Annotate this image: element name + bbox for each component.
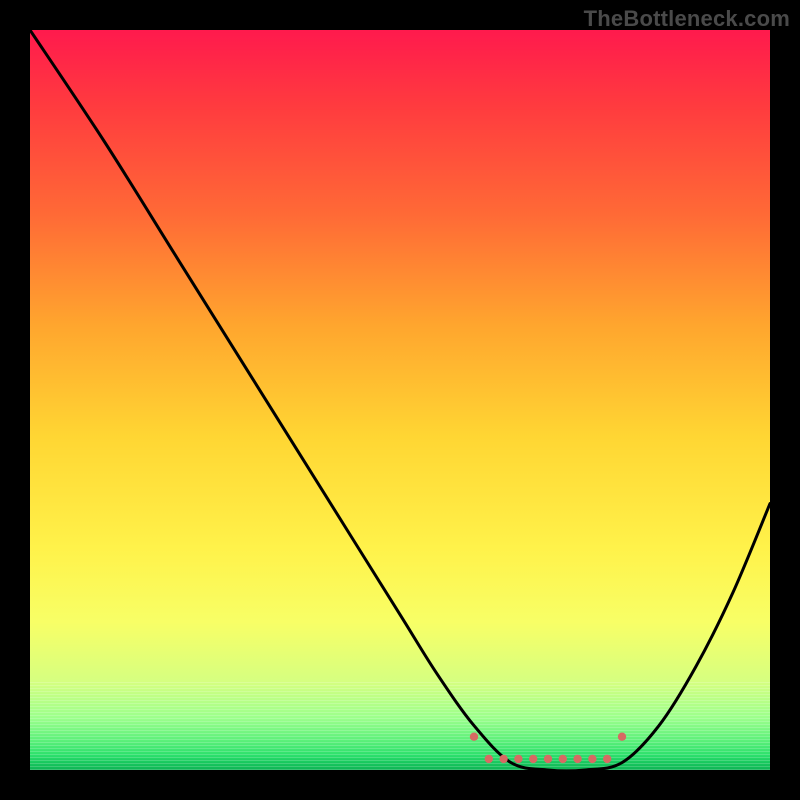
flat-dot <box>573 755 581 763</box>
flat-dot <box>588 755 596 763</box>
watermark-text: TheBottleneck.com <box>584 6 790 32</box>
chart-svg <box>30 30 770 770</box>
flat-dot-end <box>618 733 626 741</box>
chart-frame <box>30 30 770 770</box>
flat-dot <box>514 755 522 763</box>
flat-dot <box>529 755 537 763</box>
flat-dot <box>485 755 493 763</box>
flat-dot <box>499 755 507 763</box>
flat-dot <box>603 755 611 763</box>
bottleneck-curve-line <box>30 30 770 770</box>
flat-dot <box>559 755 567 763</box>
flat-dot <box>544 755 552 763</box>
flat-dot-start <box>470 733 478 741</box>
